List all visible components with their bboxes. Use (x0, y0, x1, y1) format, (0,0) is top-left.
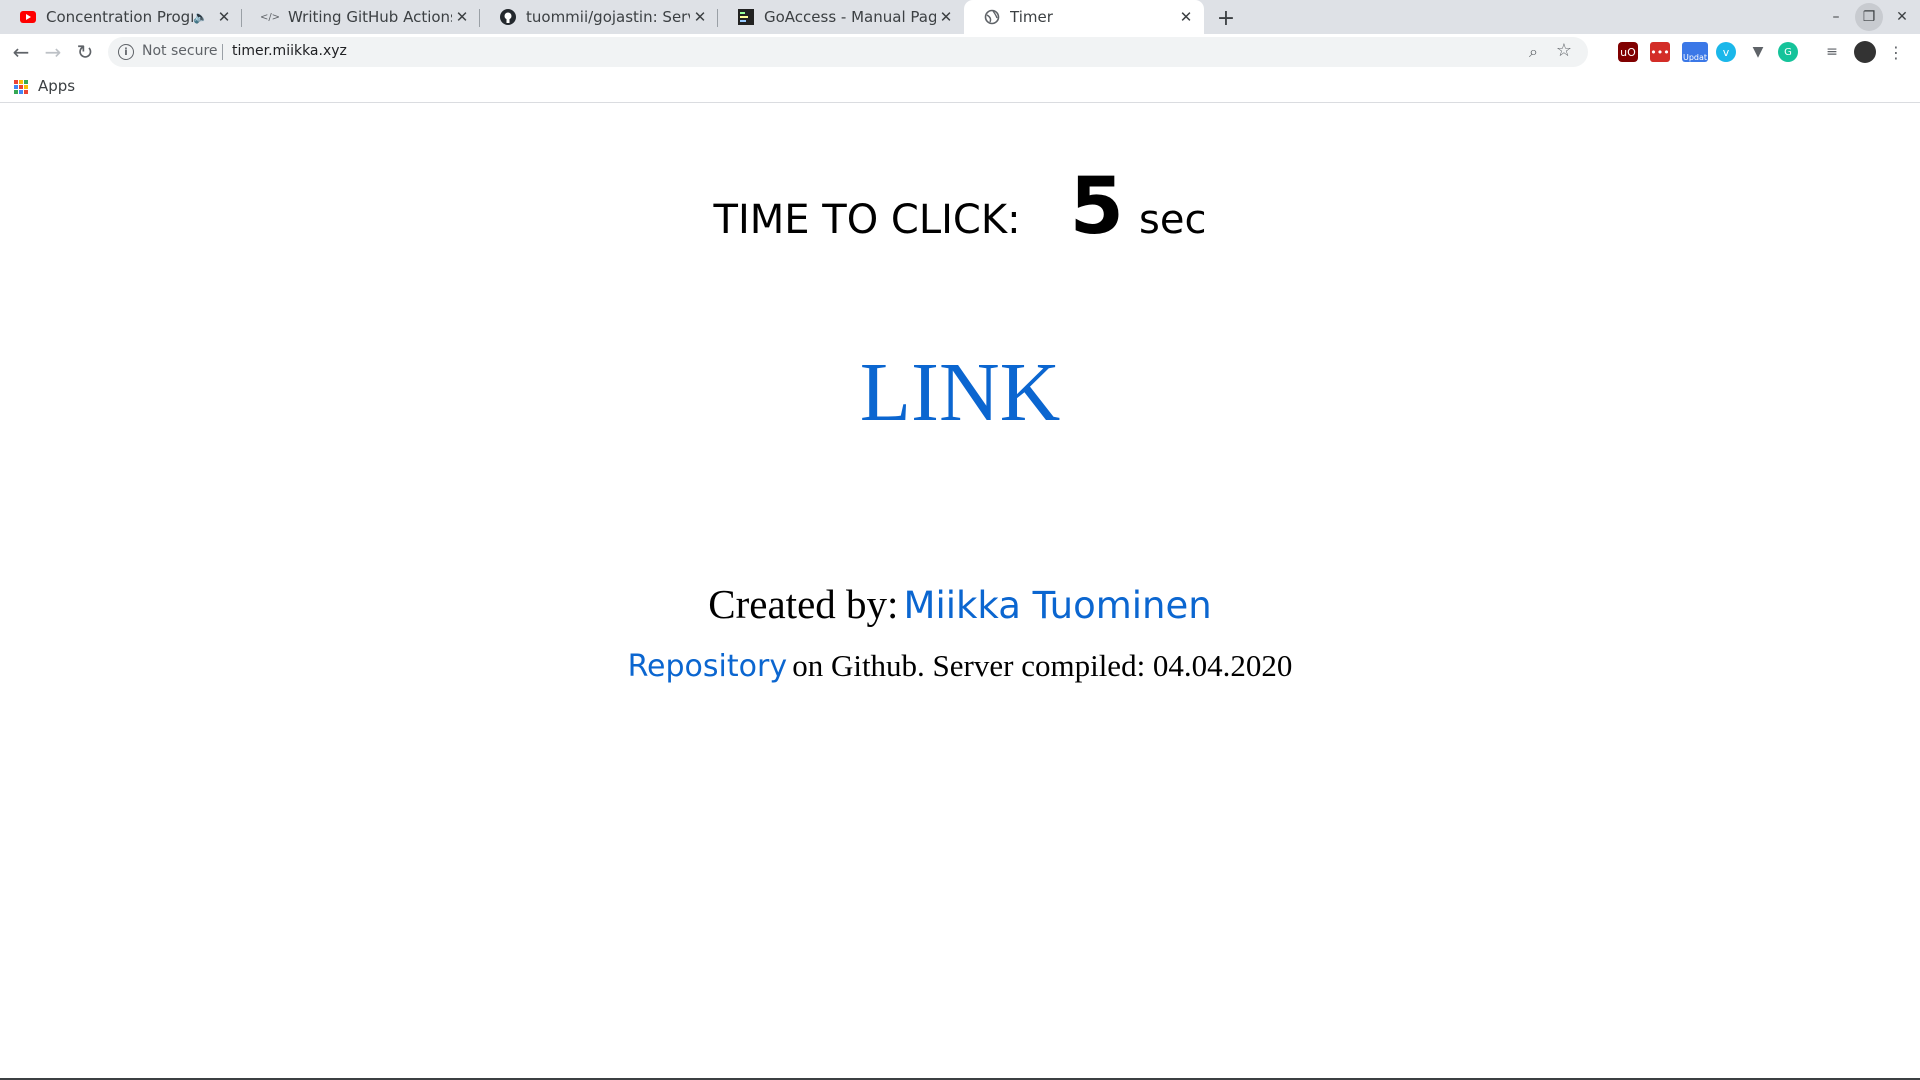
minimize-icon[interactable]: – (1822, 4, 1850, 30)
timer-label: TIME TO CLICK: (713, 197, 1021, 243)
vue-devtools-icon[interactable]: ▼ (1748, 42, 1768, 62)
repository-line: Repository on Github. Server compiled: 0… (0, 648, 1920, 684)
media-control-icon[interactable]: ≡ (1822, 42, 1842, 62)
update-badge: Updat (1682, 53, 1708, 62)
update-extension-icon[interactable]: Updat (1682, 42, 1708, 62)
tab-timer[interactable]: Timer ✕ (964, 0, 1204, 34)
speaker-icon[interactable]: 🔈 (193, 10, 208, 24)
main-link[interactable]: LINK (860, 346, 1061, 439)
tab-goaccess[interactable]: GoAccess - Manual Page ✕ (718, 0, 964, 34)
github-icon (500, 9, 516, 25)
apps-bookmark[interactable]: Apps (38, 77, 75, 95)
tab-title: tuommii/gojastin: Server (526, 8, 690, 26)
tab-github-actions[interactable]: </> Writing GitHub Actions in Go ✕ (242, 0, 480, 34)
close-window-icon[interactable]: ✕ (1888, 4, 1916, 30)
repository-info: on Github. Server compiled: 04.04.2020 (792, 648, 1293, 683)
timer-value: 5 (1069, 162, 1124, 252)
close-tab-icon[interactable]: ✕ (452, 7, 472, 27)
terminal-icon (738, 9, 754, 25)
tab-strip: Concentration Program - YouTube 🔈 ✕ </> … (0, 0, 1920, 34)
credits-line: Created by: Miikka Tuominen (0, 580, 1920, 628)
created-by-label: Created by: (708, 581, 899, 627)
security-label[interactable]: Not secure (142, 43, 218, 59)
lastpass-icon[interactable]: ••• (1650, 42, 1670, 62)
close-tab-icon[interactable]: ✕ (936, 7, 956, 27)
code-icon: </> (259, 11, 281, 23)
tab-title: Timer (1010, 8, 1053, 26)
new-tab-button[interactable]: + (1212, 4, 1240, 32)
url-text[interactable]: timer.miikka.xyz (232, 43, 347, 59)
ublock-icon[interactable]: uO (1618, 42, 1638, 62)
timer-unit: sec (1139, 197, 1207, 243)
globe-icon (984, 9, 1000, 25)
address-bar[interactable]: i Not secure timer.miikka.xyz ⌕ ☆ (108, 37, 1588, 67)
repository-link[interactable]: Repository (628, 649, 788, 684)
omnibox-divider (222, 44, 223, 60)
reload-icon[interactable]: ↻ (70, 37, 100, 67)
close-tab-icon[interactable]: ✕ (214, 7, 234, 27)
timer-row: TIME TO CLICK: 5 sec (0, 162, 1920, 252)
menu-icon[interactable]: ⋮ (1886, 42, 1906, 62)
bookmarks-bar: Apps (0, 70, 1920, 103)
author-link[interactable]: Miikka Tuominen (904, 584, 1212, 627)
grammarly-icon[interactable]: G (1778, 42, 1798, 62)
tab-title: Writing GitHub Actions in Go (288, 8, 452, 26)
link-container: LINK (0, 344, 1920, 441)
tab-title: GoAccess - Manual Page (764, 8, 936, 26)
tab-youtube[interactable]: Concentration Program - YouTube 🔈 ✕ (0, 0, 242, 34)
zoom-icon[interactable]: ⌕ (1529, 42, 1538, 62)
tab-gojastin[interactable]: tuommii/gojastin: Server ✕ (480, 0, 718, 34)
vimeo-icon[interactable]: v (1716, 42, 1736, 62)
close-tab-icon[interactable]: ✕ (1176, 7, 1196, 27)
info-icon[interactable]: i (118, 44, 134, 60)
apps-icon[interactable] (14, 80, 28, 94)
back-icon[interactable]: ← (6, 37, 36, 67)
bookmark-star-icon[interactable]: ☆ (1556, 40, 1572, 61)
avatar[interactable] (1854, 41, 1876, 63)
browser-toolbar: ← → ↻ i Not secure timer.miikka.xyz ⌕ ☆ … (0, 34, 1920, 70)
youtube-icon (20, 9, 36, 25)
close-tab-icon[interactable]: ✕ (690, 7, 710, 27)
restore-icon[interactable]: ❐ (1855, 3, 1883, 31)
forward-icon[interactable]: → (38, 37, 68, 67)
tab-title: Concentration Program - YouTube (46, 8, 193, 26)
page-content: TIME TO CLICK: 5 sec LINK Created by: Mi… (0, 104, 1920, 1080)
